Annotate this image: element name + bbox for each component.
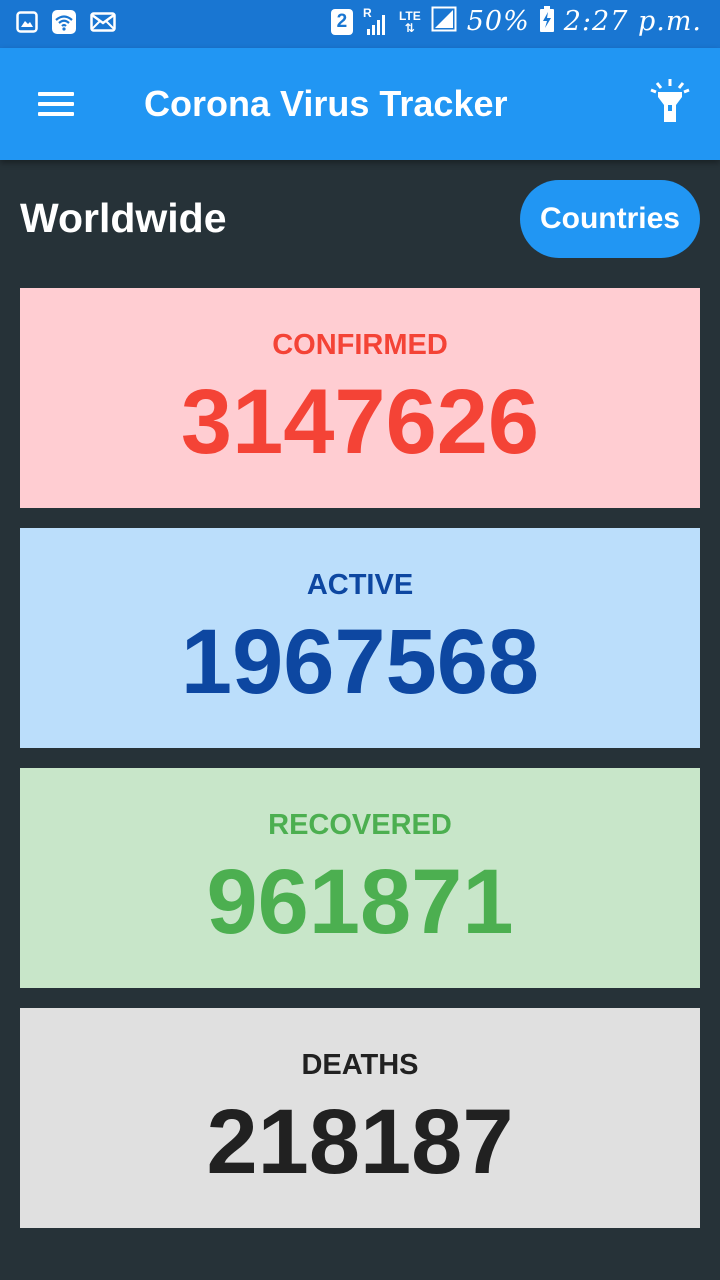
deaths-card: DEATHS 218187 (20, 1008, 700, 1228)
clock: 2:27 p.m. (563, 6, 702, 37)
signal-icon: R (363, 7, 389, 37)
network-type-label: LTE (398, 8, 421, 23)
battery-charging-icon (539, 6, 554, 37)
battery-percentage: 50% (466, 6, 530, 37)
signal-strength-icon (431, 6, 457, 37)
worldwide-header: Worldwide Countries (20, 180, 700, 258)
section-title: Worldwide (20, 195, 227, 241)
status-bar-system: 2 R LTE ⇅ 50% 2:27 p.m. (330, 6, 702, 37)
menu-icon-line (38, 112, 74, 116)
app-bar: Corona Virus Tracker (0, 48, 720, 160)
recovered-label: RECOVERED (268, 809, 452, 841)
menu-icon-line (38, 102, 74, 106)
lte-indicator: LTE ⇅ (399, 10, 421, 34)
mail-icon (90, 12, 116, 37)
confirmed-count: 3147626 (180, 371, 540, 473)
countries-button[interactable]: Countries (520, 180, 700, 258)
active-label: ACTIVE (306, 569, 414, 601)
data-arrows-icon: ⇅ (404, 20, 415, 35)
recovered-card: RECOVERED 961871 (20, 768, 700, 988)
sim-slot-number: 2 (336, 10, 348, 32)
image-icon (16, 11, 38, 38)
menu-button[interactable] (26, 80, 86, 128)
confirmed-card: CONFIRMED 3147626 (20, 288, 700, 508)
menu-icon-line (38, 92, 74, 96)
active-count: 1967568 (180, 611, 540, 713)
deaths-label: DEATHS (301, 1049, 419, 1081)
recovered-count: 961871 (206, 851, 514, 953)
sim-icon: 2 (330, 8, 353, 35)
active-card: ACTIVE 1967568 (20, 528, 700, 748)
confirmed-label: CONFIRMED (272, 329, 448, 361)
wifi-icon (52, 10, 76, 39)
status-bar: 2 R LTE ⇅ 50% 2:27 p.m. (0, 0, 720, 48)
flashlight-button[interactable] (646, 78, 694, 130)
status-bar-notifications (16, 10, 116, 39)
deaths-count: 218187 (206, 1091, 514, 1193)
flashlight-icon (650, 79, 690, 122)
app-title: Corona Virus Tracker (144, 83, 508, 124)
